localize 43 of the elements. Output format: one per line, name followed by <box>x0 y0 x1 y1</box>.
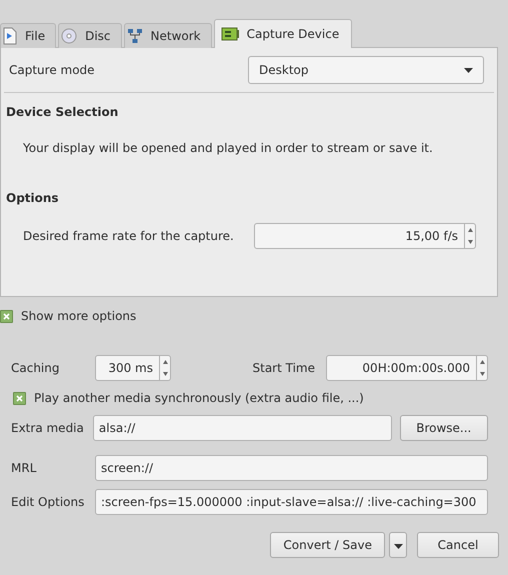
network-icon <box>126 28 143 44</box>
down-arrow-icon[interactable] <box>480 372 484 376</box>
extra-media-field[interactable]: alsa:// <box>92 415 392 441</box>
down-arrow-icon[interactable] <box>162 372 168 376</box>
x-mark-icon <box>16 394 23 402</box>
dropdown-button[interactable] <box>389 532 407 558</box>
field-label: MRL <box>11 461 38 475</box>
field-label: Caching <box>11 361 60 375</box>
frame-rate-spinbox[interactable]: 15,00 f/s <box>254 223 465 249</box>
start-time-spinbox[interactable]: 00H:00m:00s.000 <box>326 355 477 381</box>
browse-button[interactable]: Browse... <box>400 415 488 441</box>
tab[interactable]: Disc <box>58 23 122 48</box>
up-arrow-icon[interactable] <box>480 360 484 364</box>
section-heading: Options <box>5 190 60 205</box>
caching-spinbox[interactable]: 300 ms <box>95 355 160 381</box>
field-label: Edit Options <box>11 495 86 509</box>
checkbox[interactable] <box>0 310 13 322</box>
dropdown-arrow-icon <box>464 68 473 72</box>
convert-save-button[interactable]: Convert / Save <box>270 532 385 558</box>
capture-card-icon <box>220 27 239 41</box>
dropdown-arrow-icon <box>394 544 402 549</box>
field-label: Extra media <box>11 421 85 435</box>
checkbox-label: Show more options <box>21 309 136 323</box>
down-arrow-icon[interactable] <box>468 240 472 244</box>
mrl-field[interactable]: screen:// <box>95 455 488 481</box>
disc-icon <box>61 28 78 44</box>
description-text: Your display will be opened and played in order to stream or save it. <box>22 140 434 155</box>
checkbox[interactable] <box>13 392 26 404</box>
section-heading: Device Selection <box>5 104 120 119</box>
field-label: Start Time <box>252 361 315 375</box>
tab[interactable]: Network <box>124 23 212 48</box>
up-arrow-icon[interactable] <box>468 228 472 232</box>
x-mark-icon <box>3 312 10 320</box>
tab[interactable]: Capture Device <box>214 19 352 48</box>
document-icon <box>3 27 17 45</box>
tab[interactable]: File <box>0 23 56 48</box>
edit-options-field[interactable]: :screen-fps=15.000000 :input-slave=alsa:// :live-caching=300 <box>95 489 488 515</box>
field-label: Capture mode <box>9 63 95 77</box>
checkbox-label: Play another media synchronously (extra audio file, ...) <box>34 391 364 405</box>
cancel-button[interactable]: Cancel <box>417 532 499 558</box>
up-arrow-icon[interactable] <box>162 360 168 364</box>
capture-mode-dropdown[interactable]: Desktop <box>248 56 484 84</box>
field-label: Desired frame rate for the capture. <box>23 229 234 243</box>
